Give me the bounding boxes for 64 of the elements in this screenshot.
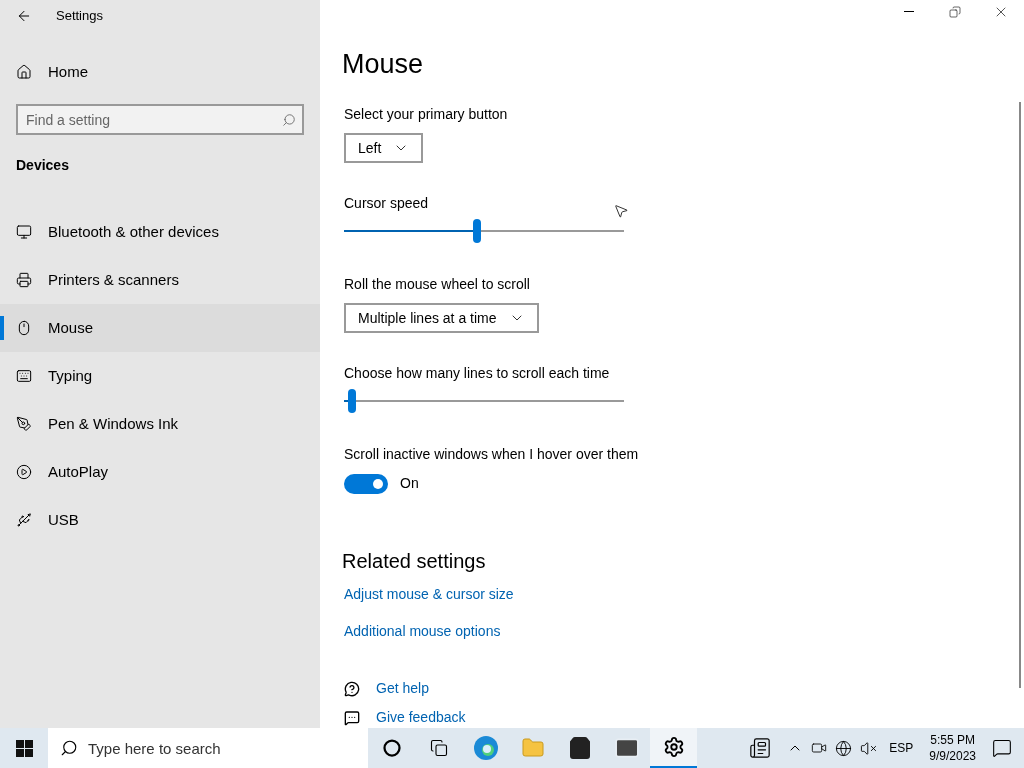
search-field[interactable]: Find a setting (16, 104, 304, 135)
notification-icon[interactable] (992, 738, 1012, 758)
sidebar-item[interactable]: Bluetooth & other devices (0, 208, 320, 256)
browser-icon (472, 735, 499, 761)
slider-thumb[interactable] (348, 389, 357, 413)
setting-label: Select your primary button (344, 105, 508, 124)
feedback-icon (344, 709, 360, 726)
back-icon[interactable] (16, 8, 32, 24)
folder-icon (520, 736, 545, 760)
setting-label: Cursor speed (344, 194, 429, 213)
settings-icon (662, 736, 685, 758)
speaker-muted-icon[interactable] (860, 739, 878, 757)
link[interactable]: Adjust mouse & cursor size (344, 584, 514, 605)
section-heading: Related settings (342, 549, 487, 574)
camera-icon[interactable] (811, 740, 828, 756)
mouse-icon (16, 320, 32, 336)
taskbar-search-field[interactable]: Type here to search (48, 728, 368, 768)
sidebar-item[interactable]: Pen & Windows Ink (0, 400, 320, 448)
mouse-pointer-icon (613, 203, 629, 219)
page-title: Mouse (342, 47, 425, 81)
windows-logo-icon (15, 739, 33, 757)
home-icon (16, 64, 32, 80)
play-circle-icon (16, 464, 32, 480)
restore-icon (949, 5, 961, 18)
pen-icon (16, 416, 32, 432)
globe-icon[interactable] (835, 739, 853, 757)
search-icon (60, 739, 78, 757)
toggle-switch[interactable] (344, 473, 388, 494)
clock-time[interactable]: 5:55 PM (930, 732, 975, 748)
language-indicator[interactable]: ESP (889, 739, 914, 757)
sidebar-item[interactable]: Typing (0, 352, 320, 400)
slider-track[interactable] (344, 388, 624, 414)
sidebar-item[interactable]: Printers & scanners (0, 256, 320, 304)
setting-label: Choose how many lines to scroll each time (344, 364, 610, 383)
link[interactable]: Get help (376, 678, 429, 699)
usb-icon (16, 512, 32, 528)
setting-label: Roll the mouse wheel to scroll (344, 275, 530, 294)
clock-date[interactable]: 9/9/2023 (929, 748, 976, 764)
task-view-icon (429, 739, 448, 757)
circle-icon (382, 739, 401, 757)
setting-label: Scroll inactive windows when I hover over them (344, 445, 639, 464)
keyboard-icon (16, 368, 32, 384)
link[interactable]: Additional mouse options (344, 621, 501, 642)
devices-icon (16, 224, 32, 240)
slider-track[interactable] (344, 218, 624, 244)
dropdown[interactable]: Multiple lines at a time (344, 303, 539, 333)
printer-icon (16, 272, 32, 288)
sidebar-item[interactable]: Home (0, 48, 320, 96)
window-title: Settings (56, 7, 103, 26)
link[interactable]: Give feedback (376, 707, 466, 728)
sidebar-item[interactable]: USB (0, 496, 320, 544)
section-heading: Devices (15, 156, 70, 175)
help-icon (344, 680, 360, 697)
toggle-state: On (400, 474, 419, 493)
selection-indicator (0, 316, 4, 340)
news-icon[interactable] (749, 737, 772, 759)
sidebar-item[interactable]: Mouse (0, 304, 320, 352)
scrollbar[interactable] (1019, 101, 1021, 688)
taskbar-app[interactable] (650, 728, 697, 768)
dropdown[interactable]: Left (344, 133, 424, 163)
search-icon (282, 113, 296, 127)
sidebar-item[interactable]: AutoPlay (0, 448, 320, 496)
minimize-icon (904, 11, 914, 13)
slider-thumb[interactable] (473, 219, 481, 243)
